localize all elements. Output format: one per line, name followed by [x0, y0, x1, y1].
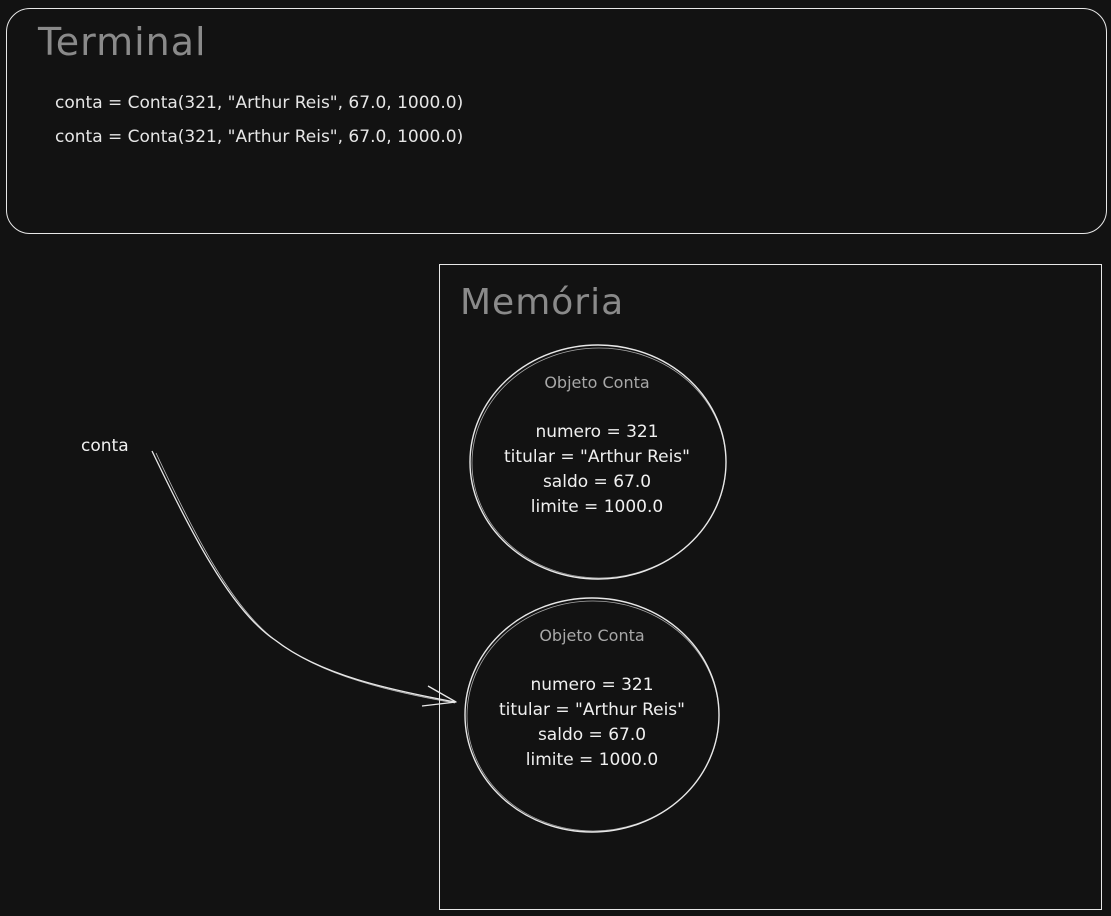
object-title: Objeto Conta: [544, 373, 650, 392]
object-field: titular = "Arthur Reis": [504, 447, 690, 467]
object-field: numero = 321: [535, 422, 659, 442]
reference-arrow: [151, 450, 456, 703]
object-field: limite = 1000.0: [530, 497, 664, 517]
diagram-canvas: Terminal conta = Conta(321, "Arthur Reis…: [0, 0, 1111, 916]
object-title: Objeto Conta: [539, 626, 645, 645]
object-field: numero = 321: [530, 675, 654, 695]
object-conta-2: Objeto Conta numero = 321 titular = "Art…: [465, 626, 719, 773]
object-field: saldo = 67.0: [542, 472, 652, 492]
object-field: titular = "Arthur Reis": [499, 700, 685, 720]
reference-arrow-sketch: [155, 452, 456, 704]
object-field: limite = 1000.0: [525, 750, 659, 770]
variable-label: conta: [81, 436, 129, 456]
object-conta-1: Objeto Conta numero = 321 titular = "Art…: [470, 373, 724, 520]
object-field: saldo = 67.0: [537, 725, 647, 745]
